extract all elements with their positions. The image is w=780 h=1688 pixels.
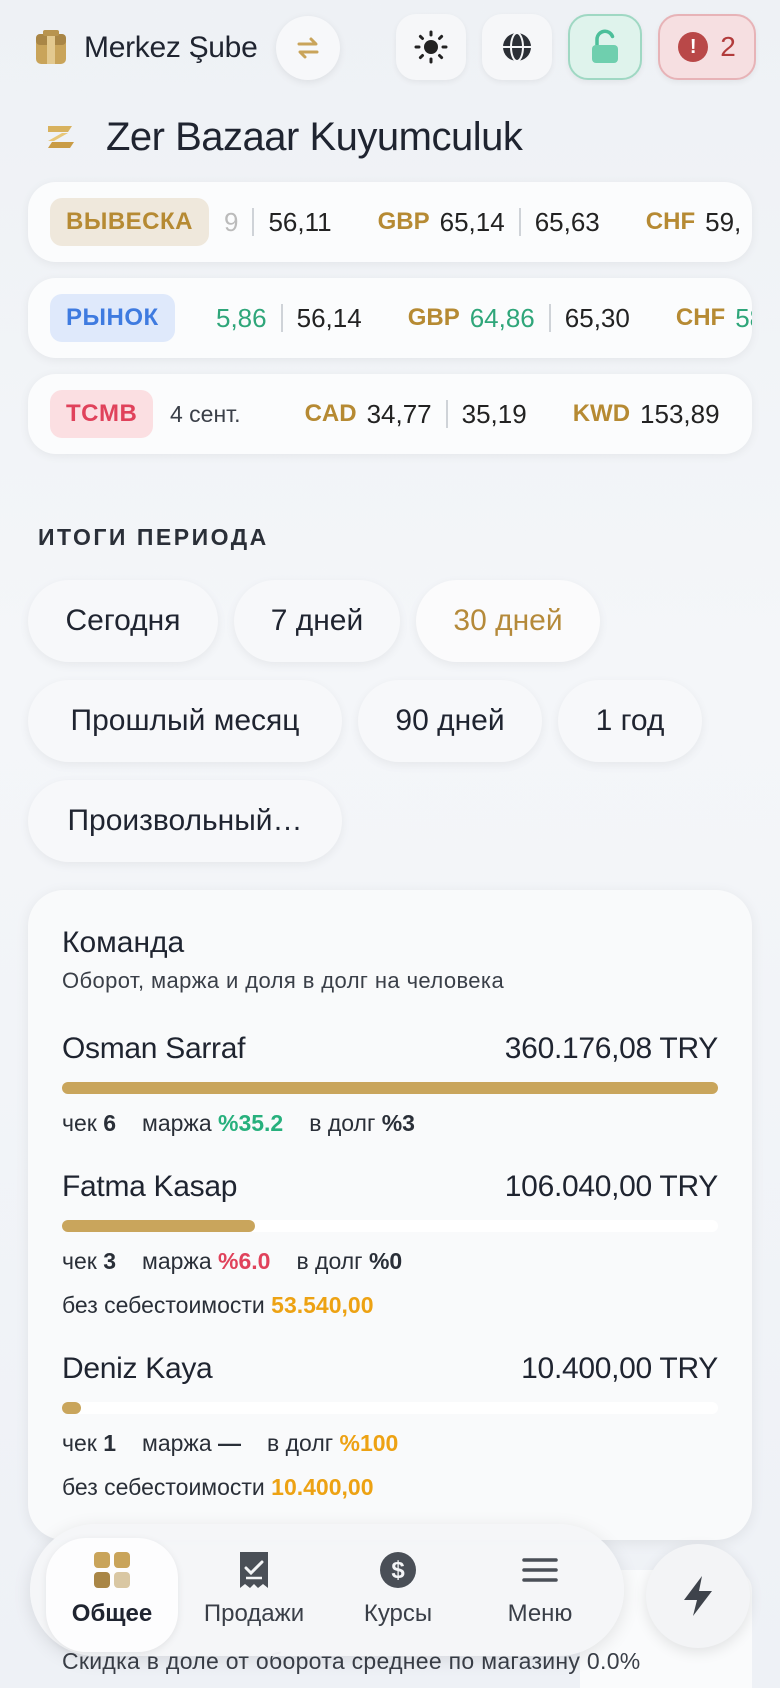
lock-toggle-button[interactable] <box>568 14 642 80</box>
member-stats: чек 6 маржа %35.2 в долг %3 <box>62 1110 415 1136</box>
unlock-icon <box>592 29 618 63</box>
ticker-value: 34,77 <box>366 398 432 429</box>
period-1-year[interactable]: 1 год <box>558 680 702 762</box>
member-no-cost: без себестоимости 10.400,00 <box>62 1474 374 1500</box>
globe-icon <box>503 32 531 62</box>
member-share-bar <box>62 1220 718 1232</box>
dashboard-icon <box>94 1552 130 1588</box>
nav-overview[interactable]: Общее <box>42 1550 182 1628</box>
member-no-cost-value: 53.540,00 <box>271 1292 374 1318</box>
member-margin: %35.2 <box>218 1110 284 1136</box>
ticker-value: 59, <box>705 206 742 237</box>
member-debt: %0 <box>368 1248 403 1274</box>
nav-sales[interactable]: Продажи <box>184 1550 324 1628</box>
member-share-bar <box>62 1402 718 1414</box>
sun-icon <box>414 30 448 64</box>
ticker-tag: РЫНОК <box>50 294 175 342</box>
member-no-cost: без себестоимости 53.540,00 <box>62 1292 374 1318</box>
ticker-value: 58 <box>735 302 752 333</box>
ticker-value: 65,30 <box>564 302 630 333</box>
ticker-value: 65,63 <box>534 206 600 237</box>
receipt-icon <box>240 1552 268 1588</box>
menu-icon <box>522 1558 558 1582</box>
store-icon <box>34 28 68 66</box>
branch-name[interactable]: Merkez Şube <box>84 28 258 68</box>
member-amount: 10.400,00 TRY <box>521 1352 718 1385</box>
lightning-icon <box>684 1576 712 1616</box>
nav-label: Меню <box>507 1600 573 1627</box>
ticker-currency: KWD <box>572 400 631 427</box>
ticker-value: 35,19 <box>461 398 527 429</box>
member-share-fill <box>62 1402 82 1414</box>
theme-toggle-button[interactable] <box>396 14 466 80</box>
member-amount: 360.176,08 TRY <box>504 1032 719 1065</box>
period-30-days[interactable]: 30 дней <box>416 580 600 662</box>
nav-label: Курсы <box>363 1600 433 1627</box>
member-debt: %3 <box>381 1110 415 1136</box>
ticker-value: 153,89 <box>640 398 720 429</box>
ticker-tcmb[interactable]: TCMB 4 сент. CAD 34,77 35,19 KWD 153,89 <box>28 374 752 454</box>
nav-label: Продажи <box>203 1600 305 1627</box>
member-share-fill <box>62 1220 255 1232</box>
member-stats: чек 3 маржа %6.0 в долг %0 <box>62 1248 403 1274</box>
period-90-days[interactable]: 90 дней <box>358 680 542 762</box>
member-stats: чек 1 маржа — в долг %100 <box>62 1430 399 1456</box>
member-checks: 6 <box>103 1110 117 1136</box>
member-margin: %6.0 <box>218 1248 271 1274</box>
member-amount: 106.040,00 TRY <box>504 1170 719 1203</box>
nav-menu[interactable]: Меню <box>470 1550 610 1628</box>
ticker-market[interactable]: РЫНОК 5,86 56,14 GBP 64,86 65,30 CHF 58 <box>28 278 752 358</box>
brand-logo-icon <box>44 120 78 154</box>
alert-icon: ! <box>678 32 709 62</box>
member-no-cost-value: 10.400,00 <box>271 1474 374 1500</box>
swap-icon <box>297 37 319 59</box>
language-button[interactable] <box>482 14 552 80</box>
swap-branch-button[interactable] <box>276 16 340 80</box>
ticker-currency: CHF <box>645 208 696 235</box>
nav-label: Общее <box>71 1600 153 1627</box>
ticker-tag: ВЫВЕСКА <box>50 198 209 246</box>
member-share-bar <box>62 1082 718 1094</box>
nav-rates[interactable]: $ Курсы <box>328 1550 468 1628</box>
ticker-value: 9 <box>224 206 239 237</box>
member-margin: — <box>218 1430 241 1456</box>
quick-action-button[interactable] <box>646 1544 750 1648</box>
ticker-value: 5,86 <box>216 302 267 333</box>
ticker-currency: CAD <box>304 400 357 427</box>
member-checks: 1 <box>103 1430 117 1456</box>
period-7-days[interactable]: 7 дней <box>234 580 400 662</box>
team-title: Команда <box>62 926 185 959</box>
ticker-tag: TCMB <box>50 390 154 438</box>
alerts-button[interactable]: ! 2 <box>658 14 756 80</box>
member-debt: %100 <box>339 1430 399 1456</box>
brand-title: Zer Bazaar Kuyumculuk <box>106 115 523 159</box>
member-name[interactable]: Osman Sarraf <box>62 1032 245 1066</box>
member-name[interactable]: Fatma Kasap <box>62 1170 237 1204</box>
svg-text:$: $ <box>391 1557 405 1584</box>
period-section-title: ИТОГИ ПЕРИОДА <box>38 524 269 550</box>
ticker-date: 4 сент. <box>170 400 241 427</box>
member-name[interactable]: Deniz Kaya <box>62 1352 213 1386</box>
team-subtitle: Оборот, маржа и доля в долг на человека <box>62 968 505 993</box>
member-checks: 3 <box>103 1248 117 1274</box>
ticker-currency: GBP <box>407 304 460 331</box>
dollar-icon: $ <box>380 1552 416 1588</box>
member-share-fill <box>62 1082 718 1094</box>
period-last-month[interactable]: Прошлый месяц <box>28 680 342 762</box>
ticker-value: 56,14 <box>296 302 362 333</box>
period-today[interactable]: Сегодня <box>28 580 218 662</box>
ticker-currency: GBP <box>377 208 430 235</box>
ticker-value: 65,14 <box>439 206 505 237</box>
ticker-value: 56,11 <box>268 206 332 237</box>
ticker-signboard[interactable]: ВЫВЕСКА 9 56,11 GBP 65,14 65,63 CHF 59, <box>28 182 752 262</box>
alerts-count: 2 <box>720 31 736 62</box>
period-custom[interactable]: Произвольный… <box>28 780 342 862</box>
ticker-currency: CHF <box>675 304 726 331</box>
ticker-value: 64,86 <box>469 302 535 333</box>
